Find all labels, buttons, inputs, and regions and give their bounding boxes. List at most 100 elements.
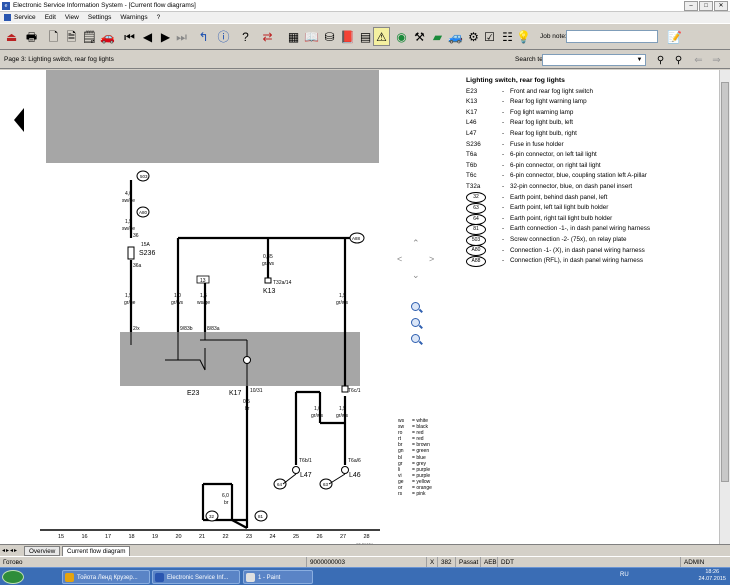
wire-g-color: gr/ws — [336, 413, 348, 419]
back-icon[interactable]: ↰ — [195, 27, 212, 46]
fuse-pin-bottom: 36a — [133, 263, 142, 269]
legend-desc: 6-pin connector, on right tail light — [510, 161, 601, 169]
menu-settings[interactable]: Settings — [88, 14, 112, 21]
green-book-icon[interactable]: ▰ — [429, 27, 446, 46]
chevron-down-icon[interactable]: ▼ — [635, 56, 644, 64]
print-icon[interactable]: 🖶 — [23, 27, 40, 46]
exit-icon[interactable]: ⏏ — [3, 27, 20, 46]
legend-desc: Connection (RFL), in dash panel wiring h… — [510, 257, 644, 265]
checklist-icon[interactable]: ▦ — [285, 27, 302, 46]
scrollbar-thumb[interactable] — [721, 82, 729, 482]
search-next-icon[interactable]: ⚲ — [670, 51, 687, 70]
legend-desc: 6-pin connector, on left tail light — [510, 151, 597, 159]
label-a88: A88 — [352, 236, 361, 241]
last-page-icon[interactable]: ⏭ — [173, 27, 190, 46]
taskbar-item-elsa-label: Electronic Service Inf... — [167, 575, 229, 581]
wire-b-size: 1,0 — [174, 293, 181, 299]
help-icon[interactable]: ? — [237, 27, 254, 46]
start-button[interactable] — [2, 570, 24, 584]
list-icon[interactable]: ☷ — [499, 27, 516, 46]
manual-icon[interactable]: 📕 — [339, 27, 356, 46]
legend-row: T6c -6-pin connector, blue, coupling stat… — [466, 171, 721, 182]
layers-icon[interactable]: ▤ — [357, 27, 374, 46]
vehicle-icon[interactable]: 🚗 — [99, 27, 116, 46]
legend-dash: - — [501, 140, 505, 148]
menu-service[interactable]: Service — [14, 14, 36, 21]
new-document-icon[interactable]: 🗋 — [45, 27, 62, 46]
component-icon[interactable]: ⚙ — [465, 27, 482, 46]
legend-desc: Fuse in fuse holder — [510, 140, 564, 148]
track-number: 21 — [199, 534, 205, 540]
track-number: 18 — [129, 534, 135, 540]
job-note-label: Job note: — [540, 33, 567, 40]
pan-right-icon[interactable]: > — [429, 254, 434, 264]
taskbar-item-browser-label: Тойота Ленд Крузер... — [77, 575, 138, 581]
box-13: 13 — [200, 278, 206, 284]
language-indicator[interactable]: RU — [620, 572, 629, 578]
close-button[interactable]: ✕ — [714, 1, 728, 11]
taskbar-item-paint-label: 1 - Paint — [258, 575, 281, 581]
tab-scroll-arrows[interactable]: ◂▸◂▸ — [2, 547, 18, 554]
zoom-fit-icon[interactable] — [411, 302, 420, 311]
menu-help[interactable]: ? — [157, 14, 161, 21]
next-page-icon[interactable]: ▶ — [157, 27, 174, 46]
job-note-field[interactable] — [566, 30, 658, 43]
legend-earth-symbol: A80 — [466, 245, 496, 257]
globe-icon[interactable]: ◉ — [393, 27, 410, 46]
document-icon[interactable]: 🗎 — [63, 27, 80, 46]
fuse-amperage: 15A — [141, 242, 151, 248]
window-controls: – □ ✕ — [684, 1, 728, 11]
menu-edit[interactable]: Edit — [45, 14, 56, 21]
legend-code: S236 — [466, 140, 481, 148]
zoom-in-icon[interactable] — [411, 318, 420, 327]
back-arrow-icon[interactable]: ⇐ — [690, 51, 707, 70]
zoom-out-icon[interactable] — [411, 334, 420, 343]
car-service-icon[interactable]: 🚙 — [447, 27, 464, 46]
book-icon[interactable]: 📖 — [303, 27, 320, 46]
first-page-icon[interactable]: ⏮ — [121, 27, 138, 46]
vertical-scrollbar[interactable] — [719, 70, 730, 544]
notes-icon[interactable]: 🗒 — [81, 27, 98, 46]
taskbar-item-elsa[interactable]: Electronic Service Inf... — [152, 570, 240, 584]
pan-control[interactable]: ⌃ < > ⌄ — [395, 238, 439, 282]
legend-row: L46 - Rear fog light bulb, left — [466, 118, 721, 129]
document-tabs: ◂▸◂▸ Overview Current flow diagram — [0, 544, 730, 556]
checkmark-icon[interactable]: ☑ — [481, 27, 498, 46]
legend-desc: 6-pin connector, blue, coupling station … — [510, 172, 647, 180]
legend-dash: - — [501, 172, 505, 180]
database-icon[interactable]: ⛁ — [321, 27, 338, 46]
maximize-button[interactable]: □ — [699, 1, 713, 11]
tab-current-flow-diagram[interactable]: Current flow diagram — [62, 546, 131, 556]
clock[interactable]: 18:26 24.07.2015 — [698, 569, 726, 583]
legend-desc: Rear fog light bulb, left — [510, 119, 574, 127]
tools-icon[interactable]: ⚒ — [411, 27, 428, 46]
pan-up-icon[interactable]: ⌃ — [412, 238, 420, 249]
legend-earth-symbol: 503 — [466, 234, 496, 246]
legend-dash: - — [501, 235, 505, 243]
forward-arrow-icon[interactable]: ⇒ — [708, 51, 725, 70]
minimize-button[interactable]: – — [684, 1, 698, 11]
k13-label: K13 — [263, 288, 276, 295]
search-input[interactable]: ▼ — [542, 54, 646, 66]
taskbar-item-paint[interactable]: 1 - Paint — [243, 570, 313, 584]
menu-view[interactable]: View — [65, 14, 79, 21]
track-number: 19 — [152, 534, 158, 540]
swap-icon[interactable]: ⇄ — [259, 27, 276, 46]
chrome-icon — [65, 573, 74, 582]
info-icon[interactable]: ⓘ — [215, 27, 232, 46]
note-edit-icon[interactable]: 📝 — [666, 27, 683, 46]
previous-page-icon[interactable]: ◀ — [139, 27, 156, 46]
bulb-icon[interactable]: 💡 — [515, 27, 532, 46]
search-binoculars-icon[interactable]: ⚲ — [652, 51, 669, 70]
tab-overview[interactable]: Overview — [24, 546, 61, 556]
legend-desc: 32-pin connector, blue, on dash panel in… — [510, 182, 633, 190]
menu-warnings[interactable]: Warnings — [120, 14, 147, 21]
pan-left-icon[interactable]: < — [397, 254, 402, 264]
pan-down-icon[interactable]: ⌄ — [412, 270, 420, 281]
t6c-pin: T6c/1 — [348, 388, 361, 394]
track-number: 15 — [58, 534, 64, 540]
taskbar-item-browser[interactable]: Тойота Ленд Крузер... — [62, 570, 150, 584]
color-name: white — [416, 418, 428, 424]
warning-icon[interactable]: ⚠ — [373, 27, 390, 46]
track-number: 20 — [176, 534, 182, 540]
